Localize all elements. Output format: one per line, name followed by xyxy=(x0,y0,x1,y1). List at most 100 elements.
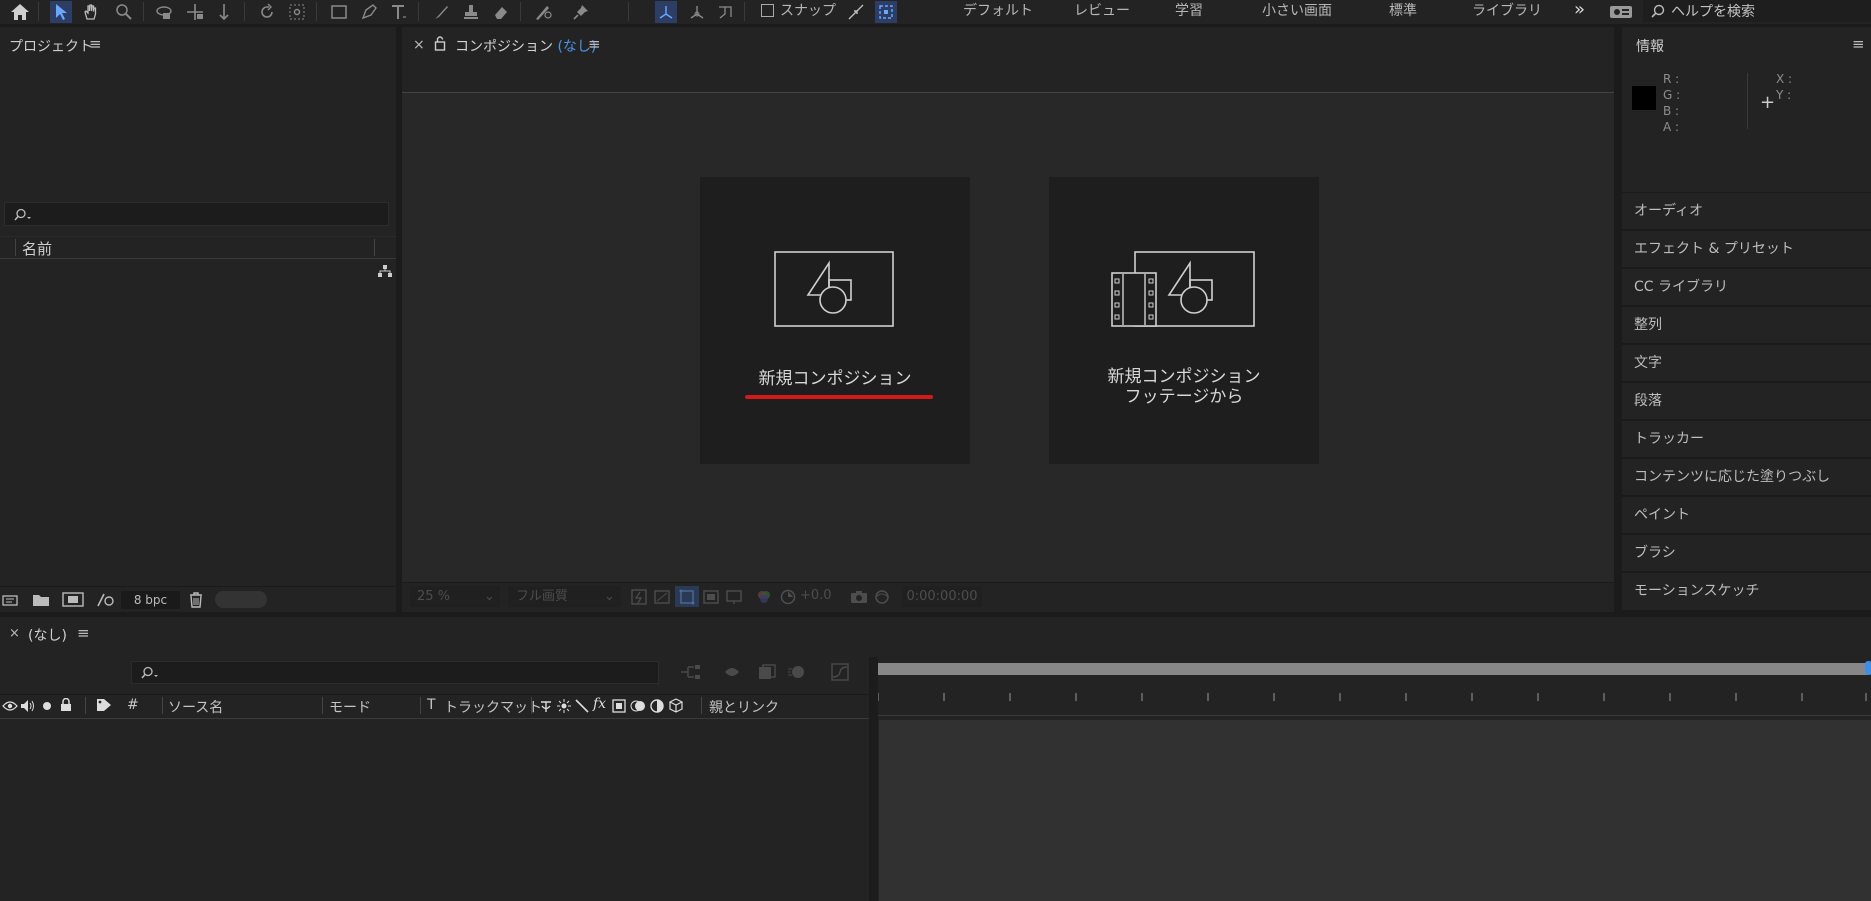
shy-layers-icon[interactable] xyxy=(723,664,741,680)
panel-cc-libraries[interactable]: CC ライブラリ xyxy=(1622,269,1871,306)
column-parent-link-header[interactable]: 親とリンク xyxy=(709,697,779,717)
current-time-display[interactable]: 0:00:00:00 xyxy=(902,586,982,607)
solo-dot-icon[interactable] xyxy=(42,701,52,711)
audio-speaker-icon[interactable] xyxy=(20,699,36,713)
workspace-settings-icon[interactable] xyxy=(1608,1,1634,23)
shy-switch-icon[interactable] xyxy=(539,699,553,713)
lock-icon[interactable] xyxy=(434,36,446,51)
timeline-panel-menu-icon[interactable]: ≡ xyxy=(77,624,90,642)
anchor-point-tool-icon[interactable] xyxy=(286,1,308,23)
new-folder-icon[interactable] xyxy=(32,592,50,607)
exposure-reset-icon[interactable] xyxy=(780,589,796,605)
close-icon[interactable]: × xyxy=(413,37,425,53)
panel-brushes[interactable]: ブラシ xyxy=(1622,535,1871,572)
effects-switch-icon[interactable]: fx xyxy=(593,696,606,712)
column-source-name-header[interactable]: ソース名 xyxy=(168,697,223,717)
adjustment-layer-icon[interactable] xyxy=(650,699,664,713)
help-search-field[interactable]: ヘルプを検索 xyxy=(1643,0,1871,22)
motion-blur-switch-icon[interactable] xyxy=(630,699,646,713)
info-panel-title[interactable]: 情報 xyxy=(1636,36,1664,56)
composition-panel-menu-icon[interactable]: ≡ xyxy=(588,35,601,53)
world-axis-mode-icon[interactable] xyxy=(686,1,708,23)
transparency-grid-icon[interactable] xyxy=(654,589,670,605)
panel-character[interactable]: 文字 xyxy=(1622,345,1871,382)
snap-target-icon[interactable] xyxy=(875,1,897,23)
local-axis-mode-icon[interactable] xyxy=(655,1,677,23)
panel-audio[interactable]: オーディオ xyxy=(1622,193,1871,230)
trash-icon[interactable] xyxy=(189,592,203,608)
dolly-camera-icon[interactable] xyxy=(214,1,236,23)
flowchart-icon[interactable] xyxy=(377,264,393,278)
thumbnail-scrubber[interactable] xyxy=(215,591,267,608)
composition-flowchart-icon[interactable] xyxy=(680,664,702,680)
resolution-dropdown[interactable]: フル画質 ⌄ xyxy=(508,586,621,607)
hand-tool-icon[interactable] xyxy=(80,1,102,23)
column-mode-header[interactable]: モード xyxy=(329,697,371,717)
project-search-input[interactable] xyxy=(4,202,389,226)
panel-paint[interactable]: ペイント xyxy=(1622,497,1871,534)
zoom-tool-icon[interactable] xyxy=(113,1,135,23)
video-eye-icon[interactable] xyxy=(2,700,18,712)
eraser-tool-icon[interactable] xyxy=(490,1,512,23)
column-t-header[interactable]: T xyxy=(427,697,436,713)
composition-tab-title[interactable]: コンポジション (なし) xyxy=(455,36,596,56)
fast-previews-icon[interactable] xyxy=(631,589,647,605)
collapse-transformations-icon[interactable] xyxy=(557,699,571,713)
quality-switch-icon[interactable] xyxy=(575,699,589,713)
timeline-tab-title[interactable]: (なし) xyxy=(28,625,67,645)
pen-tool-icon[interactable] xyxy=(358,1,380,23)
project-panel-menu-icon[interactable]: ≡ xyxy=(89,35,102,53)
selection-tool-icon[interactable] xyxy=(50,1,72,23)
new-composition-icon[interactable] xyxy=(62,592,84,607)
grid-guide-options-icon[interactable] xyxy=(726,589,742,605)
bit-depth-button[interactable]: 8 bpc xyxy=(121,591,180,609)
snap-options-icon[interactable] xyxy=(845,1,867,23)
home-icon[interactable] xyxy=(9,1,31,23)
3d-layer-icon[interactable] xyxy=(669,698,683,713)
workspace-review[interactable]: レビュー xyxy=(1074,2,1130,21)
workspace-small-screen[interactable]: 小さい画面 xyxy=(1262,2,1332,21)
zoom-dropdown[interactable]: 25 % ⌄ xyxy=(410,586,500,607)
frame-blend-switch-icon[interactable] xyxy=(612,699,626,713)
panel-align[interactable]: 整列 xyxy=(1622,307,1871,344)
panel-motion-sketch[interactable]: モーションスケッチ xyxy=(1622,573,1871,611)
work-area-end-handle[interactable] xyxy=(1865,661,1871,675)
close-icon[interactable]: × xyxy=(9,626,20,641)
panel-tracker[interactable]: トラッカー xyxy=(1622,421,1871,458)
rectangle-tool-icon[interactable] xyxy=(328,1,350,23)
snapshot-camera-icon[interactable] xyxy=(850,590,868,604)
graph-editor-icon[interactable] xyxy=(831,663,849,681)
project-settings-icon[interactable] xyxy=(96,592,116,607)
column-track-matte-header[interactable]: トラックマット xyxy=(444,697,542,717)
workspace-overflow-button[interactable]: » xyxy=(1574,0,1585,19)
workspace-standard[interactable]: 標準 xyxy=(1389,2,1417,21)
label-tag-icon[interactable] xyxy=(96,698,112,712)
lock-icon[interactable] xyxy=(60,698,72,712)
panel-paragraph[interactable]: 段落 xyxy=(1622,383,1871,420)
snap-checkbox[interactable] xyxy=(761,4,774,17)
work-area-bar[interactable] xyxy=(874,663,1869,675)
mask-visibility-toggle[interactable] xyxy=(675,586,699,607)
clone-stamp-tool-icon[interactable] xyxy=(460,1,482,23)
brush-tool-icon[interactable] xyxy=(430,1,452,23)
view-axis-mode-icon[interactable] xyxy=(714,1,736,23)
info-panel-menu-icon[interactable]: ≡ xyxy=(1852,35,1865,53)
motion-blur-icon[interactable] xyxy=(787,664,805,680)
region-of-interest-icon[interactable] xyxy=(703,589,719,605)
puppet-pin-tool-icon[interactable] xyxy=(570,1,592,23)
project-panel-title[interactable]: プロジェクト xyxy=(9,36,93,56)
workspace-default[interactable]: デフォルト xyxy=(963,2,1033,21)
panel-effects-presets[interactable]: エフェクト & プリセット xyxy=(1622,231,1871,268)
show-snapshot-icon[interactable] xyxy=(873,589,891,605)
exposure-value[interactable]: +0.0 xyxy=(800,588,832,603)
interpret-footage-icon[interactable] xyxy=(2,593,22,607)
timeline-search-input[interactable] xyxy=(131,661,659,684)
new-composition-button[interactable]: 新規コンポジション xyxy=(700,177,970,464)
workspace-learn[interactable]: 学習 xyxy=(1175,2,1203,21)
type-tool-icon[interactable] xyxy=(388,1,410,23)
workspace-libraries[interactable]: ライブラリ xyxy=(1472,2,1542,21)
pan-camera-icon[interactable] xyxy=(184,1,206,23)
orbit-camera-icon[interactable] xyxy=(154,1,176,23)
column-name-header[interactable]: 名前 xyxy=(22,238,52,259)
new-composition-from-footage-button[interactable]: 新規コンポジション フッテージから xyxy=(1049,177,1319,464)
